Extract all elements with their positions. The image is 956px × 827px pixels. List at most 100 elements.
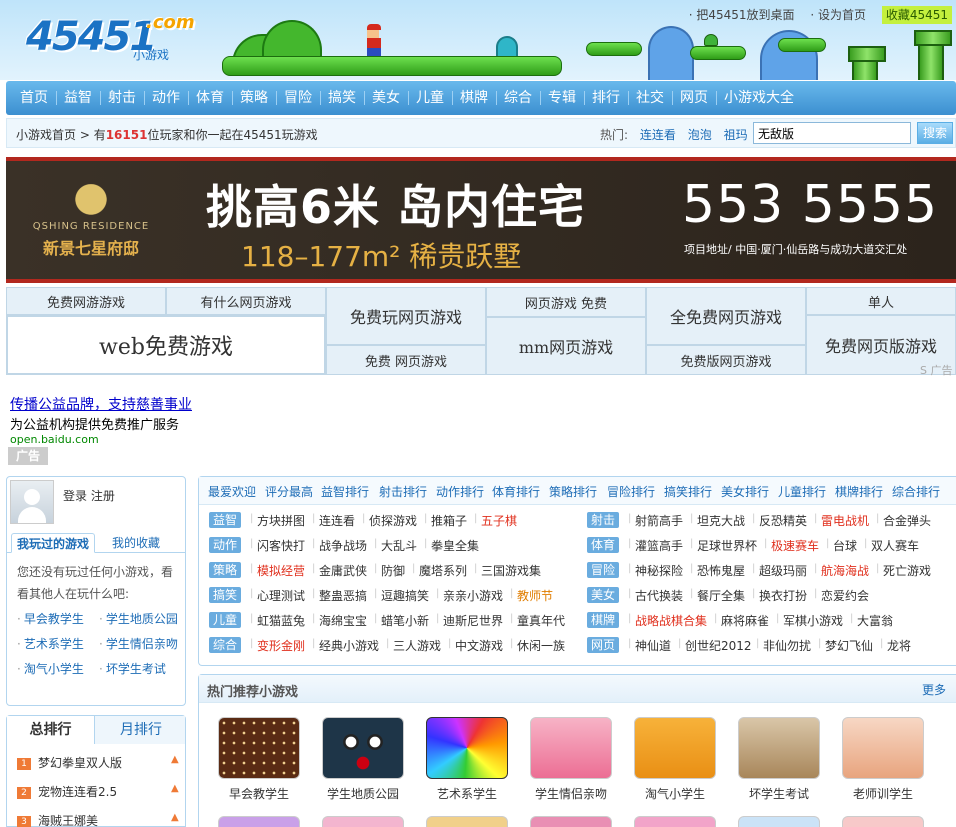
game-thumbnail[interactable] [218, 717, 300, 779]
game-link[interactable]: 魔塔系列 [412, 562, 467, 579]
game-link[interactable]: 推箱子 [424, 512, 467, 529]
suggested-game-link[interactable]: 坏学生考试 [99, 660, 166, 677]
favorite-button[interactable]: 收藏45451 [881, 6, 952, 24]
nav-item-adventure[interactable]: 冒险 [276, 81, 320, 115]
rank-link[interactable]: 体育排行 [492, 483, 540, 500]
hot-link[interactable]: 泡泡 [688, 128, 712, 142]
nav-item-all-games[interactable]: 小游戏大全 [716, 81, 802, 115]
nav-item-kids[interactable]: 儿童 [408, 81, 452, 115]
rank-link[interactable]: 儿童排行 [778, 483, 826, 500]
category-tag[interactable]: 搞笑 [209, 587, 241, 603]
link-ad[interactable]: 免费版网页游戏 [646, 345, 806, 375]
game-link[interactable]: 迪斯尼世界 [436, 612, 503, 629]
category-tag[interactable]: 冒险 [587, 562, 619, 578]
rank-link[interactable]: 评分最高 [265, 483, 313, 500]
game-link[interactable]: 极速赛车 [764, 537, 819, 554]
nav-item-puzzle[interactable]: 益智 [56, 81, 100, 115]
rank-link[interactable]: 美女排行 [721, 483, 769, 500]
game-link[interactable]: 教师节 [510, 587, 553, 604]
game-link[interactable]: 整蛊恶搞 [312, 587, 367, 604]
hot-link[interactable]: 祖玛 [724, 128, 748, 142]
suggested-game-link[interactable]: 艺术系学生 [17, 635, 84, 652]
game-thumbnail[interactable] [426, 816, 508, 827]
game-thumbnail[interactable] [738, 816, 820, 827]
nav-item-shooting[interactable]: 射击 [100, 81, 144, 115]
game-thumbnail[interactable] [322, 816, 404, 827]
game-title[interactable]: 淘气小学生 [623, 785, 727, 802]
nav-item-albums[interactable]: 专辑 [540, 81, 584, 115]
category-tag[interactable]: 动作 [209, 537, 241, 553]
game-link[interactable]: 合金弹头 [876, 512, 931, 529]
tab-played-games[interactable]: 我玩过的游戏 [11, 533, 96, 553]
game-link[interactable]: 换衣打扮 [752, 587, 807, 604]
game-link[interactable]: 双人赛车 [864, 537, 919, 554]
game-link[interactable]: 中文游戏 [448, 637, 503, 654]
game-link[interactable]: 古代换装 [628, 587, 683, 604]
suggested-game-link[interactable]: 学生情侣亲吻 [99, 635, 178, 652]
game-title[interactable]: 艺术系学生 [415, 785, 519, 802]
search-button[interactable]: 搜索 [917, 122, 953, 144]
game-link[interactable]: 三人游戏 [386, 637, 441, 654]
rank-link[interactable]: 射击排行 [379, 483, 427, 500]
login-register-link[interactable]: 登录 注册 [63, 487, 115, 504]
game-link[interactable]: 死亡游戏 [876, 562, 931, 579]
rank-link[interactable]: 最爱欢迎 [208, 483, 256, 500]
game-title[interactable]: 学生情侣亲吻 [519, 785, 623, 802]
game-link[interactable]: 航海海战 [814, 562, 869, 579]
game-link[interactable]: 超级玛丽 [752, 562, 807, 579]
game-link[interactable]: 餐厅全集 [690, 587, 745, 604]
game-link[interactable]: 五子棋 [474, 512, 517, 529]
link-ad[interactable]: mm网页游戏 [486, 317, 646, 375]
category-tag[interactable]: 策略 [209, 562, 241, 578]
nav-item-home[interactable]: 首页 [12, 81, 56, 115]
suggested-game-link[interactable]: 淘气小学生 [17, 660, 84, 677]
text-ad-title[interactable]: 传播公益品牌，支持慈善事业 [10, 394, 192, 414]
link-ad[interactable]: 免费玩网页游戏 [326, 287, 486, 345]
game-thumbnail[interactable] [218, 816, 300, 827]
game-link[interactable]: 台球 [826, 537, 857, 554]
game-link[interactable]: 麻将麻雀 [714, 612, 769, 629]
link-ad[interactable]: 有什么网页游戏 [166, 287, 326, 315]
category-tag[interactable]: 综合 [209, 637, 241, 653]
game-link[interactable]: 雷电战机 [814, 512, 869, 529]
nav-item-web[interactable]: 网页 [672, 81, 716, 115]
nav-item-action[interactable]: 动作 [144, 81, 188, 115]
link-ad[interactable]: 网页游戏 免费 [486, 287, 646, 317]
game-thumbnail[interactable] [634, 717, 716, 779]
ranking-item[interactable]: 1 梦幻拳皇双人版 ▲ [17, 754, 179, 771]
nav-item-ranking[interactable]: 排行 [584, 81, 628, 115]
suggested-game-link[interactable]: 早会教学生 [17, 610, 84, 627]
game-link[interactable]: 休闲一族 [510, 637, 565, 654]
link-ad[interactable]: web免费游戏 [6, 315, 326, 375]
game-link[interactable]: 闪客快打 [250, 537, 305, 554]
nav-item-misc[interactable]: 综合 [496, 81, 540, 115]
category-tag[interactable]: 体育 [587, 537, 619, 553]
game-thumbnail[interactable] [530, 816, 612, 827]
game-link[interactable]: 龙将 [880, 637, 911, 654]
game-title[interactable]: 早会教学生 [207, 785, 311, 802]
game-link[interactable]: 灌篮高手 [628, 537, 683, 554]
game-link[interactable]: 经典小游戏 [312, 637, 379, 654]
nav-item-board[interactable]: 棋牌 [452, 81, 496, 115]
category-tag[interactable]: 棋牌 [587, 612, 619, 628]
game-thumbnail[interactable] [530, 717, 612, 779]
rank-link[interactable]: 搞笑排行 [664, 483, 712, 500]
game-link[interactable]: 大乱斗 [374, 537, 417, 554]
game-link[interactable]: 变形金刚 [250, 637, 305, 654]
link-ad[interactable]: 全免费网页游戏 [646, 287, 806, 345]
ranking-item[interactable]: 3 海贼王娜美 ▲ [17, 812, 179, 827]
rank-link[interactable]: 冒险排行 [607, 483, 655, 500]
nav-item-social[interactable]: 社交 [628, 81, 672, 115]
tab-monthly-ranking[interactable]: 月排行 [97, 716, 185, 744]
game-title[interactable]: 学生地质公园 [311, 785, 415, 802]
link-ad[interactable]: 免费网游游戏 [6, 287, 166, 315]
nav-item-strategy[interactable]: 策略 [232, 81, 276, 115]
rank-link[interactable]: 益智排行 [321, 483, 369, 500]
game-link[interactable]: 创世纪2012 [678, 637, 751, 654]
game-link[interactable]: 神秘探险 [628, 562, 683, 579]
game-link[interactable]: 金庸武侠 [312, 562, 367, 579]
game-link[interactable]: 模拟经营 [250, 562, 305, 579]
game-title[interactable]: 坏学生考试 [727, 785, 831, 802]
more-link[interactable]: 更多 [922, 681, 946, 698]
game-link[interactable]: 非仙勿扰 [756, 637, 811, 654]
